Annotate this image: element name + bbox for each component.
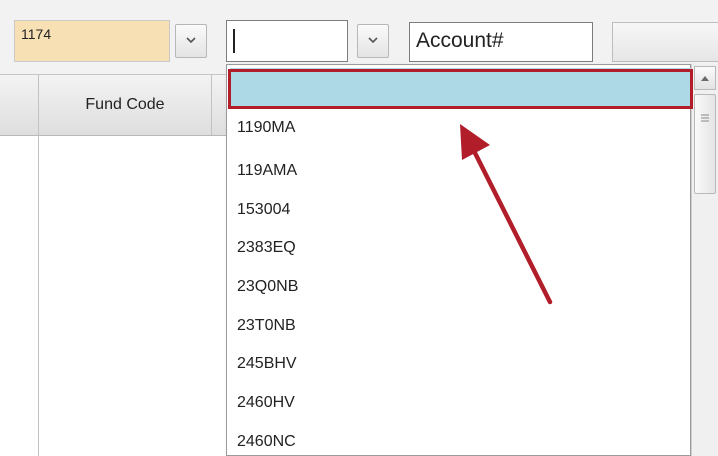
arrow-icon bbox=[460, 124, 553, 305]
